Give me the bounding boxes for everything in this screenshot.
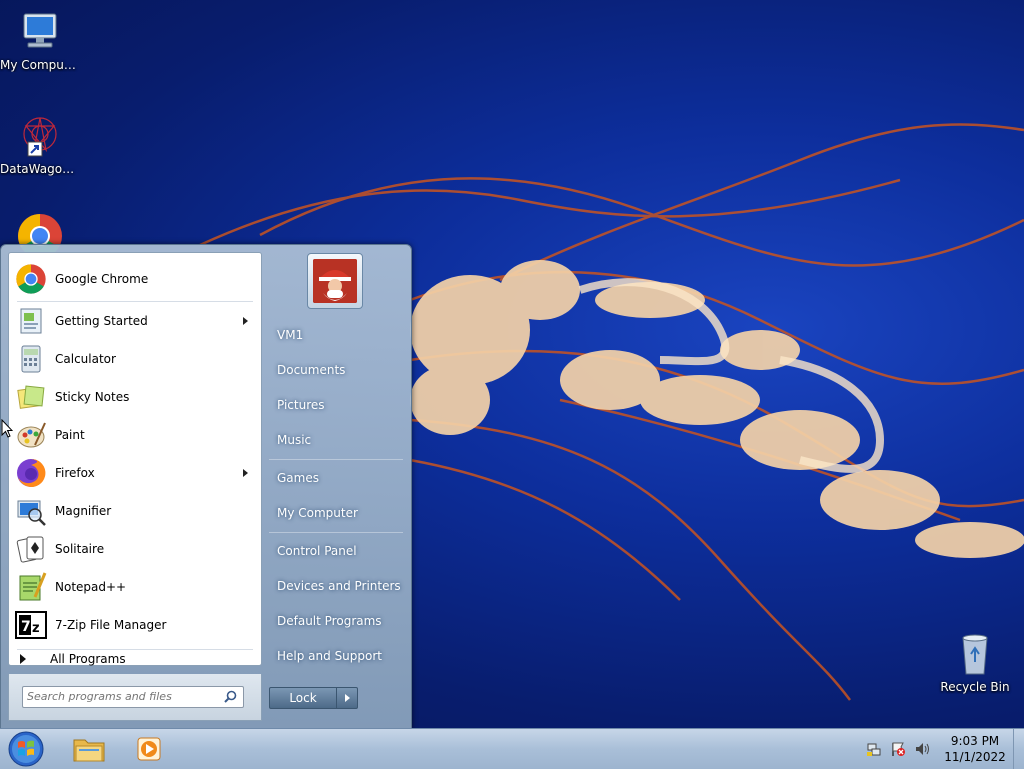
program-google-chrome[interactable]: Google Chrome: [12, 261, 258, 297]
divider: [269, 532, 403, 533]
program-notepadpp[interactable]: Notepad++: [12, 569, 258, 605]
start-link-control-panel[interactable]: Control Panel: [269, 536, 411, 566]
start-link-music[interactable]: Music: [269, 425, 411, 455]
start-link-label: Pictures: [277, 398, 325, 412]
start-menu: Google Chrome Getting Started Calculator…: [0, 244, 412, 730]
divider: [17, 301, 253, 302]
program-label: Magnifier: [55, 504, 112, 518]
calculator-icon: [15, 343, 47, 375]
svg-text:z: z: [32, 621, 40, 636]
desktop-icon-label: Recycle Bin: [940, 680, 1010, 694]
program-firefox[interactable]: Firefox: [12, 455, 258, 491]
search-input[interactable]: [23, 687, 217, 705]
start-link-documents[interactable]: Documents: [269, 355, 411, 385]
program-7zip[interactable]: 7 z 7-Zip File Manager: [12, 607, 258, 643]
start-menu-programs-pane: Google Chrome Getting Started Calculator…: [8, 252, 262, 666]
mouse-cursor-icon: [1, 419, 13, 438]
lock-button[interactable]: Lock: [269, 687, 337, 709]
program-label: Paint: [55, 428, 85, 442]
notepadpp-icon: [15, 571, 47, 603]
taskbar-file-explorer[interactable]: [63, 732, 115, 766]
7zip-icon: 7 z: [15, 609, 47, 641]
program-label: Sticky Notes: [55, 390, 130, 404]
start-link-pictures[interactable]: Pictures: [269, 390, 411, 420]
divider: [269, 459, 403, 460]
computer-icon: [16, 8, 64, 56]
desktop-icon-datawagon[interactable]: DataWagon...: [0, 112, 80, 176]
search-area: [8, 674, 262, 721]
program-label: Notepad++: [55, 580, 127, 594]
submenu-arrow-icon: [243, 317, 248, 325]
clock-date: 11/1/2022: [944, 750, 1006, 764]
desktop-icon-label: DataWagon...: [0, 162, 80, 176]
start-link-default-programs[interactable]: Default Programs: [269, 606, 411, 636]
paint-icon: [15, 419, 47, 451]
program-sticky-notes[interactable]: Sticky Notes: [12, 379, 258, 415]
start-link-label: Games: [277, 471, 319, 485]
chrome-icon: [15, 263, 47, 295]
show-desktop-button[interactable]: [1013, 729, 1024, 769]
start-link-my-computer[interactable]: My Computer: [269, 498, 411, 528]
program-label: 7-Zip File Manager: [55, 618, 167, 632]
datawagon-shortcut-icon: [16, 112, 64, 160]
notification-area: 9:03 PM 11/1/2022: [854, 729, 1024, 769]
submenu-arrow-icon: [243, 469, 248, 477]
search-icon[interactable]: [224, 690, 237, 703]
program-label: Getting Started: [55, 314, 148, 328]
program-magnifier[interactable]: Magnifier: [12, 493, 258, 529]
file-explorer-icon: [73, 739, 105, 762]
program-getting-started[interactable]: Getting Started: [12, 303, 258, 339]
start-link-label: Documents: [277, 363, 346, 377]
avatar: [313, 259, 357, 303]
program-solitaire[interactable]: Solitaire: [12, 531, 258, 567]
svg-text:7: 7: [21, 619, 31, 635]
start-link-label: Help and Support: [277, 649, 382, 663]
taskbar-media-player[interactable]: [123, 732, 175, 766]
start-link-devices-and-printers[interactable]: Devices and Printers: [269, 571, 411, 601]
start-link-label: Control Panel: [277, 544, 357, 558]
program-label: Firefox: [55, 466, 95, 480]
start-link-label: Default Programs: [277, 614, 382, 628]
search-box[interactable]: [22, 686, 244, 708]
taskbar-clock[interactable]: 9:03 PM 11/1/2022: [940, 733, 1010, 765]
program-calculator[interactable]: Calculator: [12, 341, 258, 377]
action-center-flag-icon[interactable]: [890, 741, 906, 757]
shutdown-options-button[interactable]: [336, 687, 358, 709]
all-programs-button[interactable]: All Programs: [8, 645, 260, 673]
start-link-label: Devices and Printers: [277, 579, 401, 593]
start-link-label: Music: [277, 433, 312, 447]
program-label: Calculator: [55, 352, 116, 366]
magnifier-icon: [15, 495, 47, 527]
start-link-label: My Computer: [277, 506, 358, 520]
solitaire-icon: [15, 533, 47, 565]
start-orb-button[interactable]: [6, 730, 46, 768]
recycle-bin-icon: [951, 630, 999, 678]
start-link-help-and-support[interactable]: Help and Support: [269, 641, 411, 671]
start-link-games[interactable]: Games: [269, 463, 411, 493]
program-paint[interactable]: Paint: [12, 417, 258, 453]
firefox-icon: [15, 457, 47, 489]
lock-label: Lock: [289, 691, 317, 705]
start-link-label: VM1: [277, 328, 304, 342]
clock-time: 9:03 PM: [950, 734, 1000, 748]
program-label: Google Chrome: [55, 272, 149, 286]
expand-arrow-icon: [20, 654, 26, 664]
desktop-icon-my-computer[interactable]: My Computer: [0, 8, 80, 72]
volume-icon[interactable]: [914, 741, 930, 757]
desktop-icon-recycle-bin[interactable]: Recycle Bin: [935, 630, 1015, 694]
start-link-vm1[interactable]: VM1: [269, 320, 411, 350]
taskbar: 9:03 PM 11/1/2022: [0, 728, 1024, 769]
program-label: Solitaire: [55, 542, 105, 556]
media-player-icon: [137, 737, 161, 761]
network-icon[interactable]: [866, 741, 882, 757]
user-account-picture[interactable]: [307, 253, 363, 309]
all-programs-label: All Programs: [50, 652, 126, 666]
sticky-notes-icon: [15, 381, 47, 413]
getting-started-icon: [15, 305, 47, 337]
desktop-icon-label: My Computer: [0, 58, 80, 72]
